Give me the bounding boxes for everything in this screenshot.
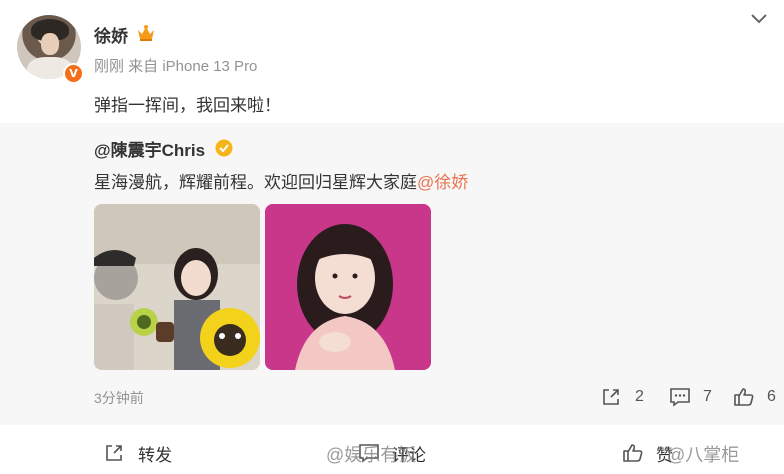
like-action-icon <box>623 444 643 462</box>
repost-like-stat[interactable]: 6 <box>733 385 776 409</box>
repost-comment-stat[interactable]: 7 <box>669 385 712 409</box>
post-text: 弹指一挥间，我回来啦！ <box>94 96 281 115</box>
photo-group-illustration <box>94 204 260 370</box>
comment-icon <box>670 388 690 407</box>
gold-verified-icon <box>215 139 233 157</box>
forward-label: 转发 <box>138 445 172 465</box>
forward-icon <box>106 445 122 461</box>
like-button[interactable]: 赞 <box>622 440 673 466</box>
repost-text-main: 星海漫航，辉耀前程。欢迎回归星辉大家庭 <box>94 173 417 192</box>
watermark-left: @娱乐有饭 <box>326 445 417 465</box>
forward-button[interactable]: 转发 <box>104 440 172 466</box>
crown-icon <box>138 25 154 41</box>
thumbs-up-icon <box>734 388 754 406</box>
chevron-down-icon[interactable] <box>750 12 768 26</box>
watermark-right: @八掌柜 <box>667 445 740 465</box>
share-icon <box>603 389 619 405</box>
repost-text: 星海漫航，辉耀前程。欢迎回归星辉大家庭@徐娇 <box>94 168 468 193</box>
repost-image-2[interactable] <box>265 204 431 370</box>
repost-image-1[interactable] <box>94 204 260 370</box>
author-name[interactable]: 徐娇 <box>94 22 128 47</box>
repost-share-stat[interactable]: 2 <box>601 385 644 409</box>
verified-badge-icon: V <box>63 63 84 84</box>
mention-link[interactable]: @徐娇 <box>417 173 468 192</box>
comment-count: 7 <box>703 388 712 405</box>
post-meta: 刚刚 来自 iPhone 13 Pro <box>94 58 258 75</box>
portrait-illustration <box>265 204 431 370</box>
share-count: 2 <box>635 388 644 405</box>
repost-author[interactable]: @陳震宇Chris <box>94 136 205 161</box>
repost-time: 3分钟前 <box>94 390 144 406</box>
like-count: 6 <box>767 388 776 405</box>
